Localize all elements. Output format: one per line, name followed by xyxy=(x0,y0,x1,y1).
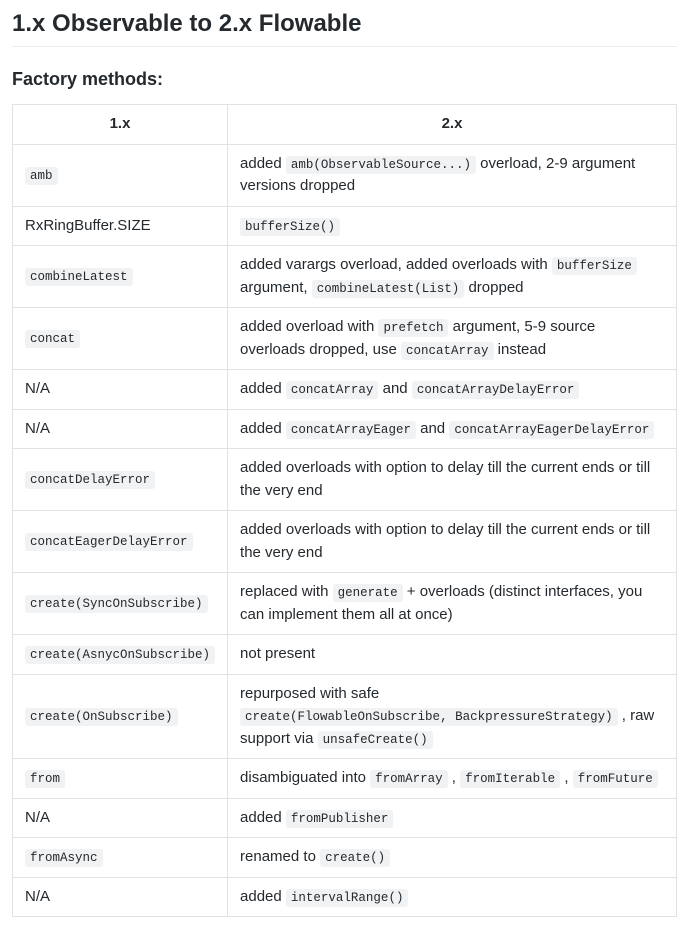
inline-code: concatArray xyxy=(286,381,379,399)
inline-code: amb(ObservableSource...) xyxy=(286,156,476,174)
inline-code: create() xyxy=(320,849,390,867)
factory-methods-table: 1.x 2.x amb added amb(ObservableSource...… xyxy=(12,104,677,917)
inline-code: from xyxy=(25,770,65,788)
inline-code: concatDelayError xyxy=(25,471,155,489)
cell-2x: bufferSize() xyxy=(228,206,677,246)
inline-code: fromFuture xyxy=(573,770,658,788)
table-row: combineLatest added varargs overload, add… xyxy=(13,246,677,308)
inline-code: fromPublisher xyxy=(286,810,394,828)
cell-2x: added overloads with option to delay til… xyxy=(228,511,677,573)
table-row: N/Aadded intervalRange() xyxy=(13,877,677,917)
cell-1x: amb xyxy=(13,144,228,206)
cell-1x: create(SyncOnSubscribe) xyxy=(13,573,228,635)
cell-2x: added intervalRange() xyxy=(228,877,677,917)
table-row: N/Aadded fromPublisher xyxy=(13,798,677,838)
inline-code: concatArrayDelayError xyxy=(412,381,580,399)
inline-code: fromIterable xyxy=(460,770,560,788)
cell-1x: combineLatest xyxy=(13,246,228,308)
cell-1x: concatDelayError xyxy=(13,449,228,511)
cell-2x: added varargs overload, added overloads … xyxy=(228,246,677,308)
table-row: fromAsync renamed to create() xyxy=(13,838,677,878)
inline-code: create(AsnycOnSubscribe) xyxy=(25,646,215,664)
cell-1x: N/A xyxy=(13,877,228,917)
cell-1x: concatEagerDelayError xyxy=(13,511,228,573)
section-title: Factory methods: xyxy=(12,69,677,90)
cell-2x: added concatArrayEager and concatArrayEa… xyxy=(228,409,677,449)
table-row: RxRingBuffer.SIZE bufferSize() xyxy=(13,206,677,246)
cell-1x: N/A xyxy=(13,409,228,449)
page-title: 1.x Observable to 2.x Flowable xyxy=(12,10,677,47)
inline-code: fromAsync xyxy=(25,849,103,867)
cell-1x: RxRingBuffer.SIZE xyxy=(13,206,228,246)
cell-2x: renamed to create() xyxy=(228,838,677,878)
inline-code: generate xyxy=(333,584,403,602)
cell-2x: replaced with generate + overloads (dist… xyxy=(228,573,677,635)
inline-code: amb xyxy=(25,167,58,185)
table-row: concatEagerDelayError added overloads wit… xyxy=(13,511,677,573)
cell-1x: from xyxy=(13,759,228,799)
table-row: amb added amb(ObservableSource...) overlo… xyxy=(13,144,677,206)
inline-code: create(FlowableOnSubscribe, Backpressure… xyxy=(240,708,618,726)
cell-2x: added concatArray and concatArrayDelayEr… xyxy=(228,370,677,410)
cell-2x: added overload with prefetch argument, 5… xyxy=(228,308,677,370)
cell-2x: added fromPublisher xyxy=(228,798,677,838)
inline-code: create(OnSubscribe) xyxy=(25,708,178,726)
cell-2x: added amb(ObservableSource...) overload,… xyxy=(228,144,677,206)
inline-code: prefetch xyxy=(378,319,448,337)
table-row: N/Aadded concatArray and concatArrayDela… xyxy=(13,370,677,410)
table-row: create(AsnycOnSubscribe) not present xyxy=(13,635,677,675)
cell-2x: not present xyxy=(228,635,677,675)
inline-code: concatArrayEager xyxy=(286,421,416,439)
cell-1x: create(AsnycOnSubscribe) xyxy=(13,635,228,675)
table-row: concatDelayError added overloads with opt… xyxy=(13,449,677,511)
inline-code: concatEagerDelayError xyxy=(25,533,193,551)
table-row: create(SyncOnSubscribe) replaced with gen… xyxy=(13,573,677,635)
table-row: concat added overload with prefetch argum… xyxy=(13,308,677,370)
inline-code: bufferSize xyxy=(552,257,637,275)
cell-2x: repurposed with safe create(FlowableOnSu… xyxy=(228,674,677,759)
cell-1x: create(OnSubscribe) xyxy=(13,674,228,759)
inline-code: combineLatest(List) xyxy=(312,280,465,298)
column-header-2x: 2.x xyxy=(228,105,677,145)
inline-code: unsafeCreate() xyxy=(318,731,433,749)
inline-code: concatArray xyxy=(401,342,494,360)
inline-code: bufferSize() xyxy=(240,218,340,236)
table-row: create(OnSubscribe) repurposed with safe … xyxy=(13,674,677,759)
cell-1x: concat xyxy=(13,308,228,370)
cell-2x: disambiguated into fromArray , fromItera… xyxy=(228,759,677,799)
inline-code: intervalRange() xyxy=(286,889,409,907)
table-row: N/Aadded concatArrayEager and concatArra… xyxy=(13,409,677,449)
inline-code: create(SyncOnSubscribe) xyxy=(25,595,208,613)
cell-2x: added overloads with option to delay til… xyxy=(228,449,677,511)
inline-code: combineLatest xyxy=(25,268,133,286)
cell-1x: fromAsync xyxy=(13,838,228,878)
inline-code: concat xyxy=(25,330,80,348)
inline-code: concatArrayEagerDelayError xyxy=(449,421,654,439)
cell-1x: N/A xyxy=(13,798,228,838)
cell-1x: N/A xyxy=(13,370,228,410)
column-header-1x: 1.x xyxy=(13,105,228,145)
inline-code: fromArray xyxy=(370,770,448,788)
table-row: from disambiguated into fromArray , fromI… xyxy=(13,759,677,799)
